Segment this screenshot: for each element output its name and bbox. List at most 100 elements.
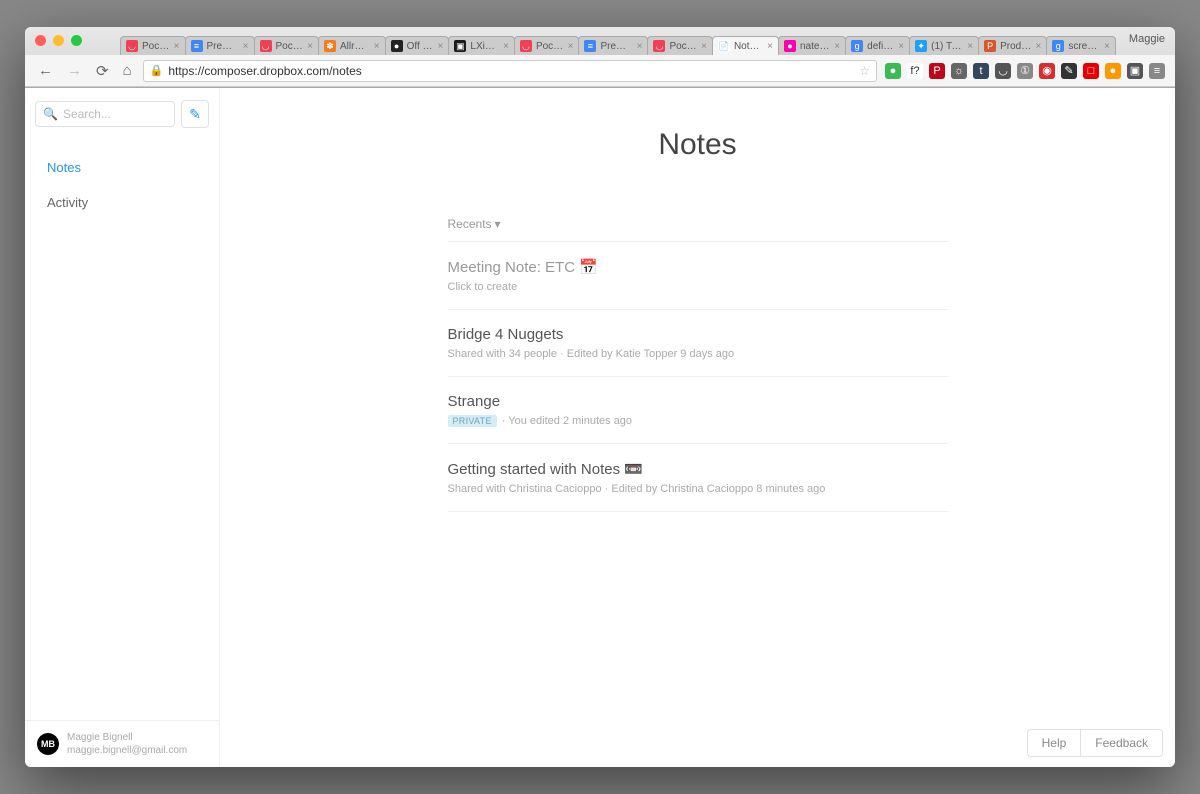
browser-tab[interactable]: gdefine:× bbox=[845, 36, 910, 55]
tab-title: (1) Twitt bbox=[931, 41, 963, 52]
feedback-button[interactable]: Feedback bbox=[1080, 729, 1163, 757]
tab-close-icon[interactable]: × bbox=[1035, 41, 1041, 52]
sidebar: 🔍 ✎ NotesActivity MB Maggie Bignell magg… bbox=[25, 88, 220, 767]
search-input[interactable] bbox=[63, 107, 167, 121]
note-item[interactable]: Strange PRIVATE · You edited 2 minutes ago bbox=[448, 377, 948, 444]
tab-close-icon[interactable]: × bbox=[1104, 41, 1110, 52]
search-box[interactable]: 🔍 bbox=[35, 101, 175, 127]
filter-label: Recents bbox=[448, 217, 492, 231]
tab-favicon-icon: ◡ bbox=[260, 40, 272, 52]
tab-close-icon[interactable]: × bbox=[834, 41, 840, 52]
browser-tab[interactable]: ●nate.de× bbox=[778, 36, 846, 55]
browser-tab[interactable]: ◡Pocket× bbox=[514, 36, 580, 55]
extension-icon[interactable]: ≡ bbox=[1149, 63, 1165, 79]
browser-tab[interactable]: ≡ Premium × bbox=[185, 36, 255, 55]
reload-button[interactable]: ⟳ bbox=[93, 62, 112, 80]
browser-tab[interactable]: 📄 Notes - × bbox=[712, 36, 779, 55]
extension-icon[interactable]: t bbox=[973, 63, 989, 79]
bookmark-star-icon[interactable]: ☆ bbox=[859, 64, 870, 78]
browser-tab[interactable]: ▣LXiFo1× bbox=[448, 36, 515, 55]
compose-button[interactable]: ✎ bbox=[181, 100, 209, 128]
tab-close-icon[interactable]: × bbox=[503, 41, 509, 52]
extension-icon[interactable]: ● bbox=[1105, 63, 1121, 79]
browser-tab[interactable]: PProduct× bbox=[978, 36, 1047, 55]
help-button[interactable]: Help bbox=[1027, 729, 1081, 757]
extension-icon[interactable]: ✎ bbox=[1061, 63, 1077, 79]
tab-close-icon[interactable]: × bbox=[243, 41, 249, 52]
note-meta-text: Click to create bbox=[448, 281, 518, 293]
note-title: Meeting Note: ETC 📅 bbox=[448, 258, 948, 276]
extension-icon[interactable]: ① bbox=[1017, 63, 1033, 79]
browser-chrome: ◡Pocket×≡Premium×◡Pocket×✽Allrecip×●Off … bbox=[25, 27, 1175, 88]
browser-tab[interactable]: ◡ Pocket× bbox=[254, 36, 320, 55]
note-meta: PRIVATE · You edited 2 minutes ago bbox=[448, 415, 948, 427]
tab-close-icon[interactable]: × bbox=[898, 41, 904, 52]
tab-favicon-icon: ≡ bbox=[191, 40, 203, 52]
tab-favicon-icon: g bbox=[1052, 40, 1064, 52]
note-title: Getting started with Notes 📼 bbox=[448, 460, 948, 478]
note-list: Meeting Note: ETC 📅 Click to create Bridge… bbox=[448, 241, 948, 512]
avatar[interactable]: MB bbox=[37, 733, 59, 755]
note-meta: Click to create bbox=[448, 281, 948, 293]
footer-buttons: Help Feedback bbox=[1027, 729, 1163, 757]
note-meta-text: Shared with 34 people · Edited by Katie … bbox=[448, 348, 735, 360]
tab-close-icon[interactable]: × bbox=[438, 41, 444, 52]
extension-icon[interactable]: ● bbox=[885, 63, 901, 79]
note-item[interactable]: Getting started with Notes 📼 Shared with … bbox=[448, 444, 948, 512]
extension-icon[interactable]: ◉ bbox=[1039, 63, 1055, 79]
note-item[interactable]: Meeting Note: ETC 📅 Click to create bbox=[448, 242, 948, 310]
browser-window: ◡Pocket×≡Premium×◡Pocket×✽Allrecip×●Off … bbox=[25, 27, 1175, 767]
extension-icons: ● f? P ☼ t ◡ ① ◉ ✎ □ ● ▣ ≡ bbox=[885, 63, 1165, 79]
page-title: Notes bbox=[658, 128, 736, 162]
note-item[interactable]: Bridge 4 Nuggets Shared with 34 people · … bbox=[448, 310, 948, 377]
extension-icon[interactable]: ▣ bbox=[1127, 63, 1143, 79]
extension-icon[interactable]: ☼ bbox=[951, 63, 967, 79]
app-content: 🔍 ✎ NotesActivity MB Maggie Bignell magg… bbox=[25, 88, 1175, 767]
tab-title: Premium bbox=[207, 41, 239, 52]
note-title: Bridge 4 Nuggets bbox=[448, 326, 948, 343]
tab-close-icon[interactable]: × bbox=[568, 41, 574, 52]
lock-icon: 🔒 bbox=[150, 64, 164, 77]
tab-favicon-icon: ◡ bbox=[126, 40, 138, 52]
tab-close-icon[interactable]: × bbox=[374, 41, 380, 52]
tab-close-icon[interactable]: × bbox=[174, 41, 180, 52]
tab-title: nate.de bbox=[800, 41, 830, 52]
tab-close-icon[interactable]: × bbox=[307, 41, 313, 52]
profile-name[interactable]: Maggie bbox=[1129, 33, 1165, 45]
private-badge: PRIVATE bbox=[448, 415, 497, 427]
sidebar-item-activity[interactable]: Activity bbox=[25, 185, 219, 220]
forward-button[interactable]: → bbox=[64, 62, 85, 79]
browser-tab[interactable]: ≡Premium× bbox=[578, 36, 648, 55]
browser-tab[interactable]: ●Off the× bbox=[385, 36, 450, 55]
extension-icon[interactable]: □ bbox=[1083, 63, 1099, 79]
filter-dropdown[interactable]: Recents ▾ bbox=[448, 217, 948, 241]
url-bar[interactable]: 🔒 https://composer.dropbox.com/notes ☆ bbox=[143, 60, 877, 82]
user-email: maggie.bignell@gmail.com bbox=[67, 744, 187, 757]
tab-favicon-icon: 📄 bbox=[718, 40, 730, 52]
extension-icon[interactable]: P bbox=[929, 63, 945, 79]
note-meta: Shared with Christina Cacioppo · Edited … bbox=[448, 483, 948, 495]
back-button[interactable]: ← bbox=[35, 62, 56, 79]
browser-tab[interactable]: ◡Pocket× bbox=[647, 36, 713, 55]
tab-close-icon[interactable]: × bbox=[701, 41, 707, 52]
extension-icon[interactable]: ◡ bbox=[995, 63, 1011, 79]
home-button[interactable]: ⌂ bbox=[120, 62, 135, 79]
tab-title: Product bbox=[1000, 41, 1031, 52]
tab-close-icon[interactable]: × bbox=[967, 41, 973, 52]
tab-close-icon[interactable]: × bbox=[637, 41, 643, 52]
note-title: Strange bbox=[448, 393, 948, 410]
tab-title: Pocket bbox=[276, 41, 304, 52]
browser-tab[interactable]: ◡Pocket× bbox=[120, 36, 186, 55]
extension-icon[interactable]: f? bbox=[907, 63, 923, 79]
note-meta-text: · You edited 2 minutes ago bbox=[502, 415, 632, 427]
sidebar-item-notes[interactable]: Notes bbox=[25, 150, 219, 185]
tab-strip: ◡Pocket×≡Premium×◡Pocket×✽Allrecip×●Off … bbox=[25, 27, 1175, 55]
tab-title: screens bbox=[1068, 41, 1100, 52]
browser-tab[interactable]: ✽Allrecip× bbox=[318, 36, 386, 55]
tab-close-icon[interactable]: × bbox=[767, 41, 773, 52]
browser-tab[interactable]: ✦(1) Twitt× bbox=[909, 36, 979, 55]
tab-favicon-icon: ● bbox=[391, 40, 403, 52]
tab-title: Notes - bbox=[734, 41, 763, 52]
browser-tab[interactable]: g screens × bbox=[1046, 36, 1116, 55]
note-meta-text: Shared with Christina Cacioppo · Edited … bbox=[448, 483, 826, 495]
